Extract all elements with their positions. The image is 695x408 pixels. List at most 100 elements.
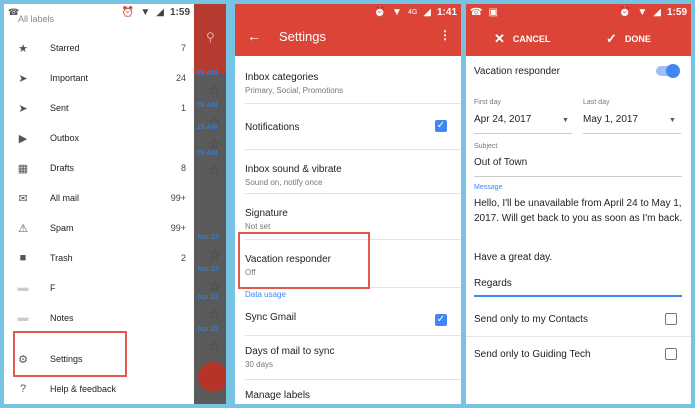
inbox-time: Apr 23 [197, 326, 219, 333]
alarm-icon: ⏰ [373, 6, 387, 18]
done-button[interactable]: ✓ DONE [606, 31, 651, 47]
star-icon: ☆ [208, 162, 221, 178]
compose-fab[interactable] [198, 362, 226, 392]
vacation-responder-toggle[interactable] [656, 64, 680, 78]
vacation-responder-label: Vacation responder [474, 66, 560, 77]
label-icon: ▬ [17, 312, 29, 324]
close-icon: ✕ [494, 31, 505, 46]
send-only-guiding-checkbox[interactable] [665, 348, 677, 360]
status-time: 1:59 [169, 6, 190, 18]
settings-item-title: Inbox sound & vibrate [245, 164, 342, 175]
vacation-appbar: ☎ ▣ ⏰ ▼ ◢ 1:59 ✕ CANCEL ✓ DONE [466, 4, 691, 56]
mail-icon: ✉ [18, 192, 28, 205]
drawer-item-label: Sent [50, 103, 69, 113]
drawer-item-drafts[interactable]: ▦ Drafts 8 [4, 153, 194, 183]
drawer-item-f[interactable]: ▬ F [4, 273, 194, 303]
drawer-item-label: All mail [50, 193, 80, 203]
send-only-contacts-label: Send only to my Contacts [474, 314, 588, 325]
settings-item-manage-labels[interactable]: Manage labels [245, 380, 461, 404]
label-icon: ▬ [17, 282, 29, 294]
settings-item-days-of-mail-to-sync[interactable]: Days of mail to sync 30 days [245, 336, 461, 380]
settings-item-subtitle: Not set [245, 222, 271, 231]
cancel-button[interactable]: ✕ CANCEL [494, 31, 550, 47]
all-labels-header: All labels [18, 14, 55, 24]
inbox-time: 00 AM [197, 70, 218, 77]
check-icon: ✓ [606, 31, 617, 46]
send-only-guiding-label: Send only to Guiding Tech [474, 349, 591, 360]
subject-input[interactable]: Out of Town [474, 157, 527, 168]
inbox-background: ⚲ 00 AM ☆ 00 AM ☆ 15 AM ☆ 05 AM ☆ Apr 23 ☆ Apr 23 ☆… [194, 4, 226, 404]
drawer-item-count: 99+ [170, 193, 186, 203]
settings-item-title: Manage labels [245, 390, 311, 401]
settings-item-inbox-categories[interactable]: Inbox categories Primary, Social, Promoti… [245, 58, 461, 104]
first-day-select[interactable]: Apr 24, 2017 [474, 114, 531, 125]
inbox-time: 05 AM [197, 150, 218, 157]
whatsapp-icon: ☎ [470, 6, 483, 18]
drawer-item-label: Important [50, 73, 89, 83]
last-day-dropdown-icon[interactable]: ▼ [669, 117, 676, 124]
first-day-underline [474, 133, 572, 134]
drawer-item-important[interactable]: ➤ Important 24 [4, 63, 194, 93]
settings-item-title: Inbox categories [245, 72, 319, 83]
drawer-item-label: Outbox [50, 133, 80, 143]
last-day-underline [583, 133, 681, 134]
notifications-checkbox[interactable]: ✓ [435, 120, 447, 132]
subject-underline [474, 176, 682, 177]
drawer-item-help-feedback[interactable]: ? Help & feedback [4, 374, 194, 404]
sync-gmail-checkbox[interactable]: ✓ [435, 314, 447, 326]
settings-item-inbox-sound-vibrate[interactable]: Inbox sound & vibrate Sound on, notify on… [245, 150, 461, 194]
drawer-item-label: Help & feedback [50, 384, 117, 394]
message-body-paragraph[interactable]: Hello, I'll be unavailable from April 24… [474, 196, 686, 226]
drawer-item-starred[interactable]: ★ Starred 7 [4, 33, 194, 63]
overflow-menu-icon[interactable]: ⋮ [439, 28, 451, 42]
signal-icon: ◢ [653, 6, 661, 18]
wifi-icon: ▼ [392, 6, 402, 18]
star-icon: ☆ [208, 246, 221, 262]
settings-appbar: ⏰ ▼ 4G ◢ 1:41 ← Settings ⋮ [235, 4, 461, 56]
drawer-item-notes[interactable]: ▬ Notes [4, 303, 194, 333]
settings-item-subtitle: 30 days [245, 360, 274, 369]
star-icon: ★ [18, 42, 28, 55]
trash-icon: ■ [19, 252, 27, 264]
done-label: DONE [624, 34, 651, 44]
settings-item-title: Signature [245, 208, 288, 219]
status-bar: ☎ ▣ ⏰ ▼ ◢ 1:59 [466, 4, 691, 20]
drawer-item-count: 8 [180, 163, 186, 173]
drawer-item-label: Starred [50, 43, 80, 53]
inbox-appbar: ⚲ [194, 4, 226, 74]
first-day-label: First day [474, 99, 501, 106]
subject-label: Subject [474, 143, 498, 150]
message-body-greeting[interactable]: Have a great day. [474, 250, 686, 265]
signal-icon: ◢ [423, 6, 431, 18]
drawer-item-sent[interactable]: ➤ Sent 1 [4, 93, 194, 123]
settings-highlight-box [13, 331, 127, 377]
back-arrow-icon[interactable]: ← [247, 28, 261, 44]
send-icon: ➤ [18, 102, 28, 115]
settings-item-title: Notifications [245, 122, 300, 133]
last-day-select[interactable]: May 1, 2017 [583, 114, 638, 125]
settings-item-sync-gmail[interactable]: Sync Gmail ✓ [245, 302, 461, 336]
vacation-highlight-box [238, 232, 370, 289]
alarm-icon: ⏰ [618, 6, 632, 18]
data-usage-header: Data usage [245, 290, 286, 299]
drawer-item-spam[interactable]: ⚠ Spam 99+ [4, 213, 194, 243]
drawer-item-outbox[interactable]: ▶ Outbox [4, 123, 194, 153]
send-only-contacts-checkbox[interactable] [665, 313, 677, 325]
status-time: 1:59 [666, 6, 687, 18]
first-day-dropdown-icon[interactable]: ▼ [562, 117, 569, 124]
toggle-knob [666, 64, 680, 78]
status-bar: ⏰ ▼ 4G ◢ 1:41 [235, 4, 461, 20]
drawer-item-trash[interactable]: ■ Trash 2 [4, 243, 194, 273]
drawer-item-label: Notes [50, 313, 74, 323]
signal-icon: ◢ [156, 6, 164, 18]
drawer-item-all-mail[interactable]: ✉ All mail 99+ [4, 183, 194, 213]
drawer-item-count: 7 [180, 43, 186, 53]
drawer-item-count: 99+ [170, 223, 186, 233]
settings-item-subtitle: Sound on, notify once [245, 178, 323, 187]
spam-icon: ⚠ [18, 222, 28, 235]
settings-item-notifications[interactable]: Notifications ✓ [245, 104, 461, 150]
inbox-time: Apr 23 [197, 266, 219, 273]
cancel-label: CANCEL [512, 34, 551, 44]
divider [466, 336, 691, 337]
message-body-signoff[interactable]: Regards [474, 276, 686, 291]
